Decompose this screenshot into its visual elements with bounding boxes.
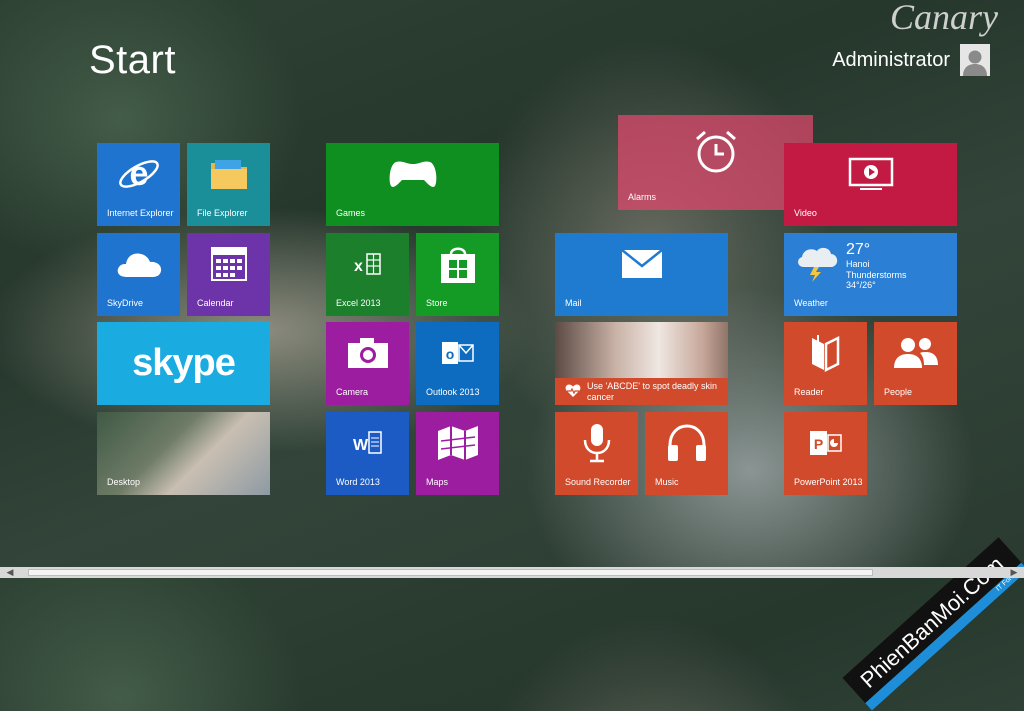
video-play-icon	[848, 157, 893, 190]
tile-weather[interactable]: 27° Hanoi Thunderstorms 34°/26° Weather	[784, 233, 957, 316]
svg-text:x: x	[354, 258, 363, 275]
user-account[interactable]: Administrator	[832, 44, 990, 76]
tile-internet-explorer[interactable]: e Internet Explorer	[97, 143, 180, 226]
svg-text:e: e	[129, 155, 148, 193]
health-news-bar: Use 'ABCDE' to spot deadly skin cancer	[555, 378, 728, 405]
weather-range: 34°/26°	[846, 280, 876, 291]
tile-label: Word 2013	[336, 477, 380, 487]
tile-skydrive[interactable]: SkyDrive	[97, 233, 180, 316]
scroll-right-icon[interactable]: ▶	[1008, 567, 1020, 578]
tile-health-news[interactable]: Use 'ABCDE' to spot deadly skin cancer	[555, 322, 728, 405]
user-avatar-icon	[963, 50, 987, 76]
calendar-icon	[210, 246, 247, 281]
tile-label: Alarms	[628, 192, 657, 202]
tile-sound-recorder[interactable]: Sound Recorder	[555, 412, 638, 495]
tile-label: Store	[426, 298, 448, 308]
tile-label: File Explorer	[197, 208, 248, 218]
tile-video[interactable]: Video	[784, 143, 957, 226]
cloud-icon	[117, 252, 161, 277]
tile-label: Music	[655, 477, 679, 487]
outlook-icon: o	[441, 341, 474, 364]
tile-powerpoint[interactable]: P PowerPoint 2013	[784, 412, 867, 495]
brand-watermark-canary: Canary	[890, 0, 998, 37]
tile-reader[interactable]: Reader	[784, 322, 867, 405]
start-title: Start	[89, 38, 176, 82]
xbox-controller-icon	[389, 160, 436, 187]
internet-explorer-icon: e	[118, 155, 159, 193]
site-watermark-banner: PhienBanMoi.Com IT Forum	[842, 537, 1024, 711]
tile-label: Reader	[794, 387, 824, 397]
tile-label: Weather	[794, 298, 828, 308]
tile-label: Camera	[336, 387, 369, 397]
tile-label: Sound Recorder	[565, 477, 631, 487]
weather-info: 27° Hanoi Thunderstorms 34°/26°	[846, 241, 907, 290]
map-icon	[437, 425, 478, 460]
excel-icon: x	[354, 252, 381, 275]
tile-store[interactable]: Store	[416, 233, 499, 316]
reader-icon	[811, 334, 839, 372]
tile-excel[interactable]: x Excel 2013	[326, 233, 409, 316]
tile-label: Excel 2013	[336, 298, 381, 308]
headphones-icon	[667, 423, 706, 461]
tile-music[interactable]: Music	[645, 412, 728, 495]
weather-city: Hanoi	[846, 259, 870, 270]
tile-file-explorer[interactable]: File Explorer	[187, 143, 270, 226]
tile-label: Games	[336, 208, 366, 218]
camera-icon	[347, 337, 388, 368]
folder-icon	[210, 159, 247, 189]
tile-label: Video	[794, 208, 817, 218]
scroll-left-icon[interactable]: ◀	[4, 567, 16, 578]
user-name: Administrator	[832, 48, 950, 71]
svg-text:P: P	[813, 436, 822, 452]
scrollbar-thumb[interactable]	[28, 569, 873, 576]
tile-calendar[interactable]: Calendar	[187, 233, 270, 316]
mail-envelope-icon	[620, 248, 663, 278]
weather-temperature: 27°	[846, 241, 871, 258]
powerpoint-icon: P	[809, 430, 842, 455]
svg-text:o: o	[445, 346, 454, 362]
tile-word[interactable]: W Word 2013	[326, 412, 409, 495]
avatar	[960, 44, 990, 76]
tile-label: People	[884, 387, 913, 397]
tile-label: SkyDrive	[107, 298, 144, 308]
tile-skype[interactable]: skype	[97, 322, 270, 405]
tile-maps[interactable]: Maps	[416, 412, 499, 495]
store-bag-icon	[440, 247, 475, 283]
svg-text:W: W	[353, 437, 369, 454]
people-icon	[893, 337, 938, 368]
microphone-icon	[583, 423, 610, 462]
alarm-clock-icon	[695, 130, 736, 172]
tile-outlook[interactable]: o Outlook 2013	[416, 322, 499, 405]
tile-label: PowerPoint 2013	[794, 477, 863, 487]
tile-label: Maps	[426, 477, 449, 487]
tile-label: Outlook 2013	[426, 387, 480, 397]
tile-games[interactable]: Games	[326, 143, 499, 226]
tile-camera[interactable]: Camera	[326, 322, 409, 405]
tile-label: Mail	[565, 298, 582, 308]
weather-condition: Thunderstorms	[846, 269, 907, 280]
tile-desktop[interactable]: Desktop	[97, 412, 270, 495]
tile-people[interactable]: People	[874, 322, 957, 405]
heart-pulse-icon	[565, 384, 581, 397]
word-icon: W	[353, 430, 382, 454]
tile-mail[interactable]: Mail	[555, 233, 728, 316]
thunderstorm-icon	[798, 247, 838, 282]
tile-label: Internet Explorer	[107, 208, 174, 218]
skype-logo-icon: skype	[132, 342, 236, 384]
health-news-headline: Use 'ABCDE' to spot deadly skin cancer	[587, 381, 717, 402]
tile-label: Calendar	[197, 298, 234, 308]
tile-label: Desktop	[107, 477, 141, 487]
horizontal-scrollbar[interactable]: ◀ ▶	[0, 567, 1024, 578]
